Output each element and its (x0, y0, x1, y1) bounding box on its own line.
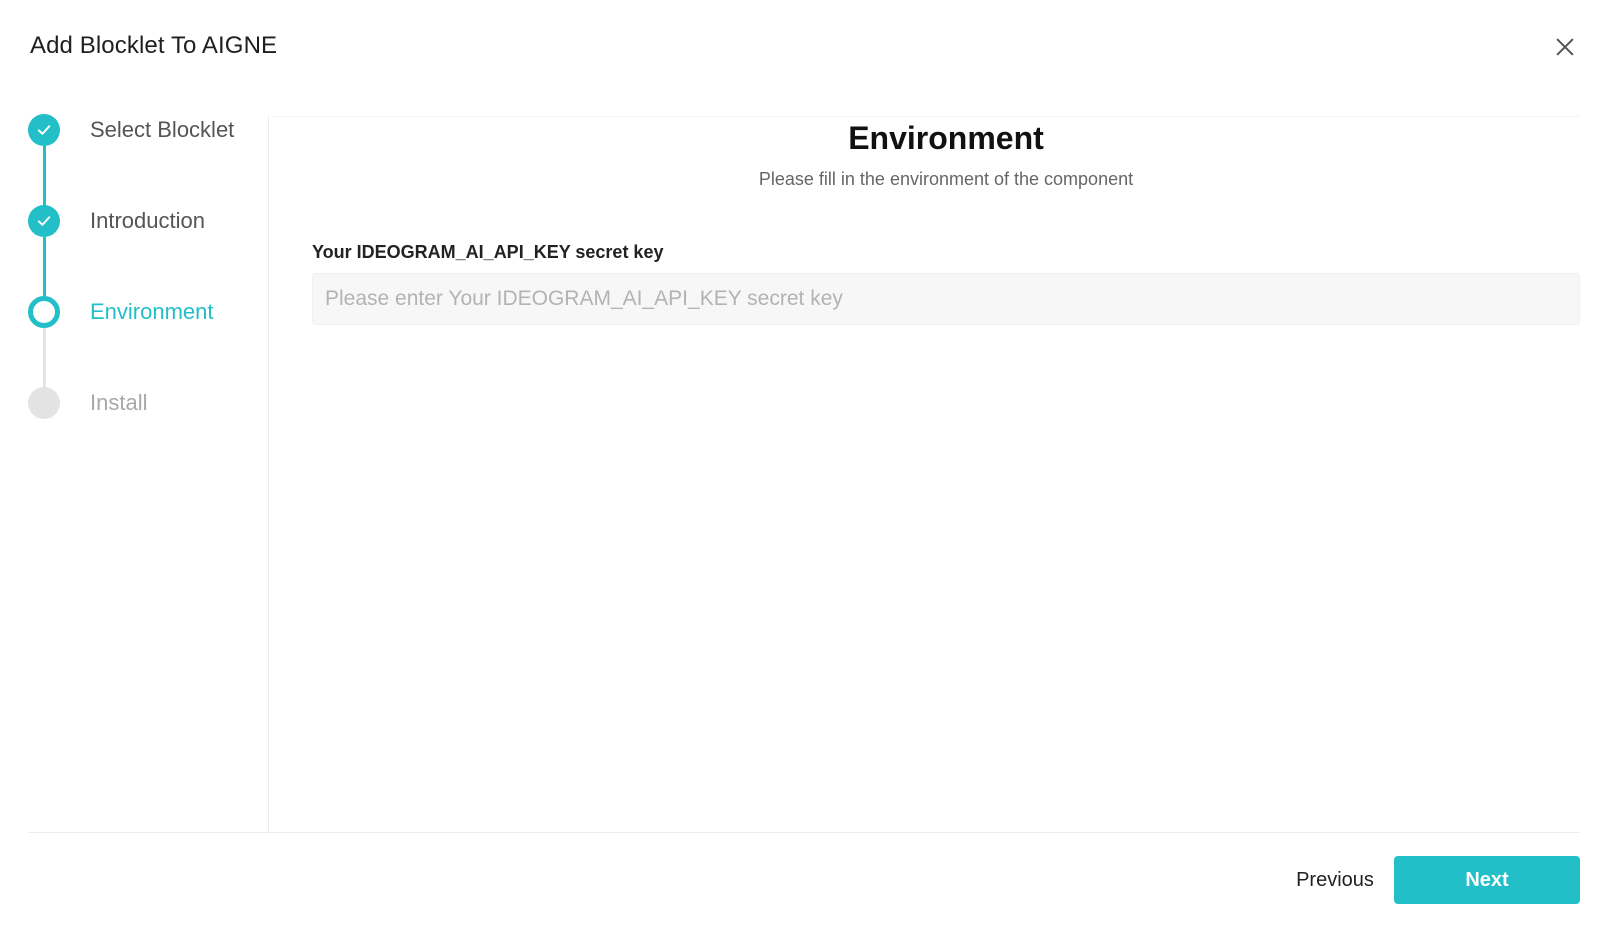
step-environment[interactable]: Environment (28, 295, 214, 329)
next-button[interactable]: Next (1394, 856, 1580, 904)
close-icon (1556, 38, 1574, 56)
step-install: Install (28, 386, 147, 420)
previous-button[interactable]: Previous (1280, 856, 1390, 904)
step-introduction[interactable]: Introduction (28, 204, 205, 238)
check-icon (37, 125, 51, 135)
dialog-title: Add Blocklet To AIGNE (30, 32, 278, 59)
stepper: Select Blocklet Introduction Environment… (28, 113, 268, 836)
section-subtitle: Please fill in the environment of the co… (758, 169, 1134, 189)
step-active-indicator (28, 296, 60, 328)
api-key-input[interactable] (312, 273, 1580, 325)
footer-divider (28, 832, 1580, 833)
check-icon (37, 216, 51, 226)
step-connector (43, 146, 46, 208)
step-label: Environment (90, 299, 214, 324)
step-label: Select Blocklet (90, 117, 235, 142)
step-completed-indicator (28, 114, 60, 146)
step-select-blocklet[interactable]: Select Blocklet (28, 113, 234, 147)
add-blocklet-dialog: Add Blocklet To AIGNE Select Blocklet In… (0, 0, 1600, 925)
close-button[interactable] (1550, 32, 1580, 62)
step-pending-indicator (28, 387, 60, 419)
step-connector (43, 237, 46, 299)
api-key-label: Your IDEOGRAM_AI_API_KEY secret key (312, 242, 664, 262)
step-label: Install (90, 390, 148, 415)
step-completed-indicator (28, 205, 60, 237)
section-title: Environment (848, 120, 1044, 156)
vertical-divider (268, 116, 269, 832)
step-connector (43, 328, 46, 390)
environment-panel: Environment Please fill in the environme… (312, 116, 1580, 325)
step-label: Introduction (90, 208, 205, 233)
